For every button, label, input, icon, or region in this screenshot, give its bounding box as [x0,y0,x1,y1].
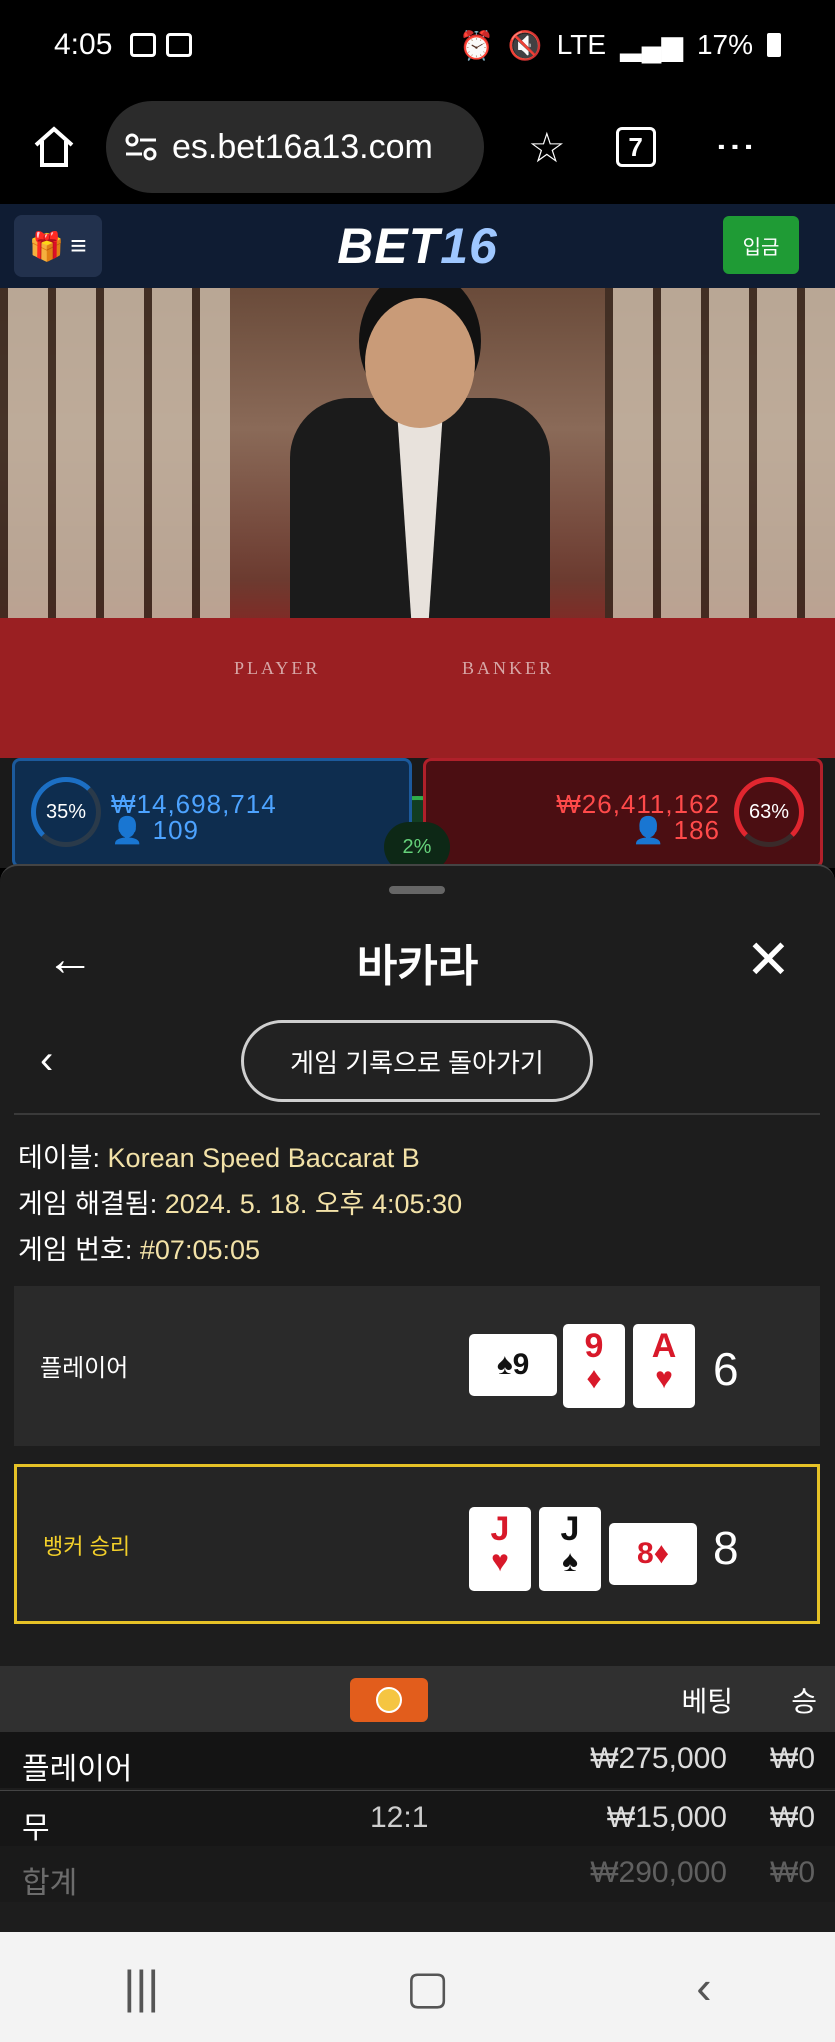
gallery-icon [130,33,157,57]
battery-label: 17% [696,29,753,60]
voicemail-icon [166,33,193,57]
bet-column-header: 베팅 [681,1686,733,1717]
chevron-left-icon[interactable]: ‹ [40,1038,53,1083]
battery-icon [767,33,781,57]
more-menu-icon[interactable]: ⋮ [714,127,758,167]
decor-screen-left [0,288,230,648]
banker-count: 186 [673,815,720,845]
table-player-label: PLAYER [234,658,321,678]
bookmark-star-icon[interactable]: ☆ [528,123,566,172]
player-hand-label: 플레이어 [40,1355,129,1382]
site-logo[interactable]: BET16 [0,217,835,275]
table-row: 플레이어 ₩275,000 ₩0 [0,1732,835,1788]
playing-card: J ♠ [539,1507,601,1591]
address-bar[interactable]: es.bet16a13.com [106,101,484,193]
browser-toolbar: es.bet16a13.com ☆ 7 ⋮ [0,90,835,204]
divider [14,1113,820,1115]
win-column-header: 승 [791,1686,817,1717]
home-icon[interactable] [24,117,84,177]
sheet-title: 바카라 [356,942,479,991]
deposit-button[interactable]: 입금 [723,216,799,274]
tab-switcher-button[interactable]: 7 [615,127,656,167]
mute-icon: 🔇 [507,29,543,61]
playing-card: 8♦ [609,1523,697,1585]
player-percent-ring: 35% [31,777,101,847]
decor-screen-right [605,288,835,648]
player-score: 6 [713,1343,739,1395]
recent-apps-icon[interactable]: ||| [123,1960,159,2014]
network-label: LTE [556,29,607,60]
home-button-icon[interactable]: ▢ [406,1960,449,2014]
baccarat-table [0,618,835,758]
banker-percent-ring: 63% [734,777,804,847]
playing-card: A ♥ [633,1324,695,1408]
resolved-info: 게임 해결됨: 2024. 5. 18. 오후 4:05:30 [18,1189,463,1219]
table-row: 무 12:1 ₩15,000 ₩0 [0,1790,835,1846]
banker-bet-area[interactable]: ₩26,411,162 👤 186 63% [423,758,823,868]
playing-card: ♠9 [469,1334,557,1396]
close-icon[interactable]: ✕ [746,928,791,991]
banker-score: 8 [713,1522,739,1574]
banker-win-label: 뱅커 승리 [43,1534,131,1559]
system-nav-bar: ||| ▢ ‹ [0,1932,835,2042]
playing-card: 9 ♦ [563,1324,625,1408]
table-banker-label: BANKER [462,658,555,678]
person-icon: 👤 [632,815,666,845]
game-number-info: 게임 번호: #07:05:05 [18,1235,261,1265]
player-bet-area[interactable]: 35% ₩14,698,714 👤 109 [12,758,412,868]
clock: 4:05 [54,28,113,61]
status-bar: 4:05 ⏰ 🔇 LTE ▂▄▆ 17% [0,0,835,90]
table-info: 테이블: Korean Speed Baccarat B [18,1143,420,1173]
table-row: 합계 ₩290,000 ₩0 [0,1846,835,1902]
game-history-sheet: ← 바카라 ✕ ‹ 게임 기록으로 돌아가기 테이블: Korean Speed… [0,864,835,1932]
site-header: 🎁 ≡ BET16 입금 [0,204,835,288]
live-video[interactable]: PLAYER BANKER [0,288,835,758]
alarm-icon: ⏰ [459,29,494,61]
banker-hand-row: 뱅커 승리 J ♥ J ♠ 8♦ 8 [14,1464,820,1624]
playing-card: J ♥ [469,1507,531,1591]
url-text: es.bet16a13.com [172,127,433,166]
back-icon[interactable]: ‹ [696,1960,711,2014]
person-icon: 👤 [111,815,145,845]
site-settings-icon[interactable] [124,132,158,162]
return-to-history-button[interactable]: 게임 기록으로 돌아가기 [241,1020,593,1102]
player-count: 109 [152,815,199,845]
chip-icon [350,1678,428,1722]
drag-handle[interactable] [389,886,445,894]
bets-table-header: 베팅 승 [0,1666,835,1732]
signal-icon: ▂▄▆ [620,29,683,61]
player-hand-row: 플레이어 ♠9 9 ♦ A ♥ 6 [14,1286,820,1446]
